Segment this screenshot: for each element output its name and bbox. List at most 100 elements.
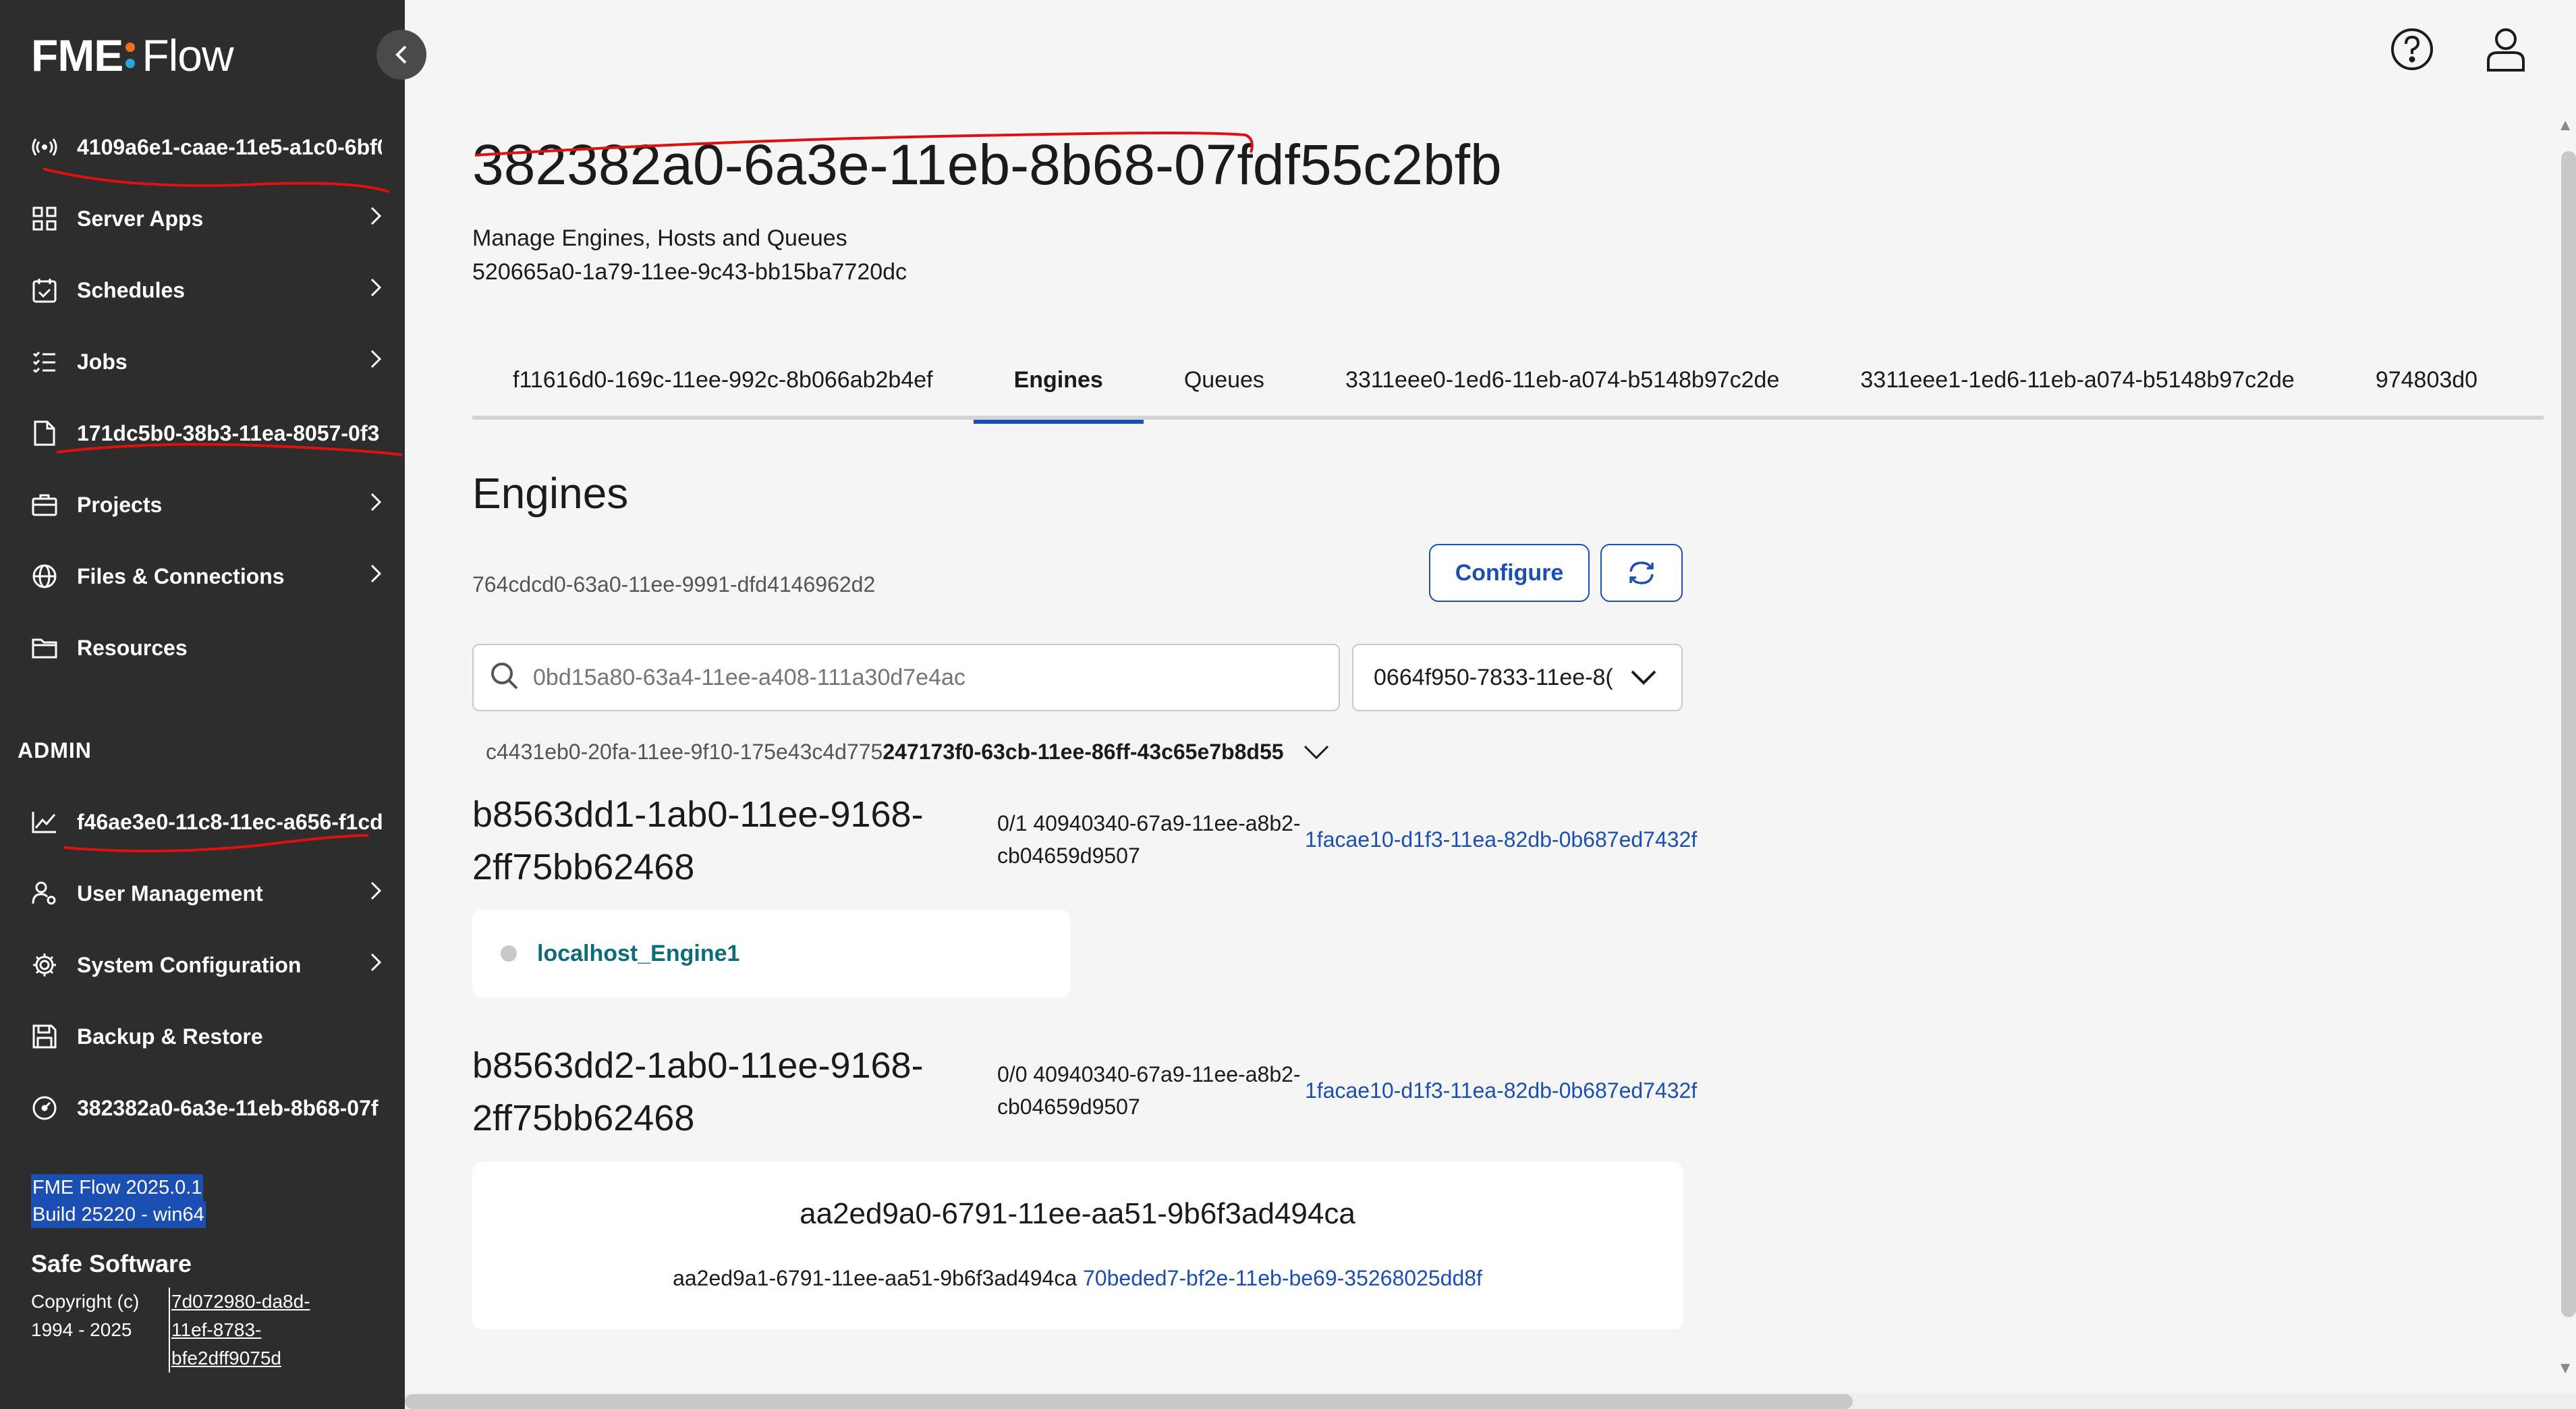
sidebar-item-1[interactable]: 4109a6e1-caae-11e5-a1c0-6bf0: [31, 127, 382, 167]
tab-5[interactable]: 3311eee1-1ed6-11eb-a074-b5148b97c2de: [1820, 348, 2334, 420]
search-icon: [490, 661, 520, 694]
copyright-link[interactable]: 7d072980-da8d-11ef-8783-bfe2dff9075d: [169, 1288, 344, 1373]
empty-state-card: aa2ed9a0-6791-11ee-aa51-9b6f3ad494ca aa2…: [472, 1162, 1683, 1329]
tab-4[interactable]: 3311eee0-1ed6-11eb-a074-b5148b97c2de: [1305, 348, 1820, 420]
empty-state-message: aa2ed9a1-6791-11ee-aa51-9b6f3ad494ca: [673, 1266, 1077, 1290]
section-description: 764cdcd0-63a0-11ee-9991-dfd4146962d2: [472, 572, 876, 597]
search-input[interactable]: [533, 664, 1275, 691]
fme-flow-logo[interactable]: FME Flow: [31, 30, 234, 81]
vertical-scrollbar[interactable]: [2561, 151, 2576, 1317]
folder-icon: [31, 634, 58, 661]
tab-6[interactable]: 974803d0: [2335, 348, 2518, 420]
document-icon: [31, 420, 58, 447]
search-box[interactable]: [472, 644, 1340, 711]
help-icon[interactable]: [2390, 27, 2434, 76]
sidebar: FME Flow 4109a6e1-caae-11e5-a1c0-6bf0 Se…: [0, 0, 405, 1409]
sidebar-item-label: 171dc5b0-38b3-11ea-8057-0f3: [77, 420, 380, 445]
engine-group-count: 0/1 40940340-67a9-11ee-a8b2-cb04659d9507: [997, 811, 1301, 868]
sidebar-item-label: Schedules: [77, 277, 186, 302]
chevron-right-icon: [370, 881, 382, 906]
engine-name-link[interactable]: localhost_Engine1: [537, 941, 739, 967]
chevron-right-icon: [370, 349, 382, 375]
build-line: Build 25220 - win64: [31, 1201, 206, 1228]
globe-icon: [31, 563, 58, 590]
chevron-right-icon: [370, 563, 382, 589]
copyright-years: 1994 - 2025: [31, 1319, 132, 1340]
sidebar-item-system-configuration[interactable]: System Configuration: [31, 945, 382, 985]
sidebar-item-5[interactable]: 171dc5b0-38b3-11ea-8057-0f3: [31, 413, 382, 453]
configure-button[interactable]: Configure: [1429, 544, 1590, 602]
filter-select[interactable]: 0664f950-7833-11ee-8(: [1352, 644, 1683, 711]
chevron-down-icon: [1631, 670, 1656, 685]
sidebar-item-admin-1[interactable]: f46ae3e0-11c8-11ec-a656-f1cd: [31, 802, 382, 842]
empty-state-text: aa2ed9a1-6791-11ee-aa51-9b6f3ad494ca 70b…: [472, 1266, 1683, 1291]
version-line: FME Flow 2025.0.1: [31, 1174, 204, 1201]
chevron-right-icon: [370, 206, 382, 231]
tab-engines[interactable]: Engines: [973, 348, 1144, 424]
page-title: 382382a0-6a3e-11eb-8b68-07fdf55c2bfb: [472, 133, 1502, 196]
user-gear-icon: [31, 880, 58, 907]
chevron-right-icon: [370, 952, 382, 978]
broadcast-icon: [31, 134, 58, 161]
calendar-icon: [31, 277, 58, 304]
sidebar-item-jobs[interactable]: Jobs: [31, 341, 382, 382]
sidebar-item-label: Backup & Restore: [77, 1024, 263, 1049]
sidebar-item-admin-5[interactable]: 382382a0-6a3e-11eb-8b68-07f: [31, 1088, 382, 1128]
sort-control[interactable]: c4431eb0-20fa-11ee-9f10-175e43c4d775 247…: [486, 740, 1330, 765]
sidebar-item-label: User Management: [77, 881, 263, 906]
safe-software-logo: Safe Software: [31, 1250, 192, 1277]
version-info: FME Flow 2025.0.1 Build 25220 - win64: [31, 1174, 206, 1228]
empty-state-link[interactable]: 70beded7-bf2e-11eb-be69-35268025dd8f: [1083, 1266, 1482, 1290]
copyright-text: Copyright (c) 1994 - 2025: [31, 1288, 166, 1344]
refresh-icon: [1629, 561, 1654, 584]
main-content: 382382a0-6a3e-11eb-8b68-07fdf55c2bfb Man…: [405, 0, 2576, 1409]
tab-queues[interactable]: Queues: [1144, 348, 1305, 420]
refresh-button[interactable]: [1600, 544, 1683, 602]
engine-card[interactable]: localhost_Engine1: [472, 910, 1070, 997]
sidebar-item-label: 382382a0-6a3e-11eb-8b68-07f: [77, 1095, 379, 1120]
sidebar-item-label: 4109a6e1-caae-11e5-a1c0-6bf0: [77, 134, 382, 159]
chevron-right-icon: [370, 277, 382, 303]
sidebar-item-resources[interactable]: Resources: [31, 628, 382, 668]
tab-bar: f11616d0-169c-11ee-992c-8b066ab2b4ef Eng…: [472, 348, 2544, 424]
gear-icon: [31, 951, 58, 978]
sidebar-item-files-connections[interactable]: Files & Connections: [31, 556, 382, 597]
logo-fme-text: FME: [31, 30, 123, 80]
user-account-icon[interactable]: [2486, 27, 2526, 76]
sidebar-item-projects[interactable]: Projects: [31, 485, 382, 525]
engine-group-link[interactable]: 1facae10-d1f3-11ea-82db-0b687ed7432f: [1305, 1078, 1697, 1103]
engine-group-title: b8563dd1-1ab0-11ee-9168-2ff75bb62468: [472, 794, 924, 887]
sidebar-item-label: Server Apps: [77, 206, 204, 231]
copyright-line: Copyright (c): [31, 1291, 140, 1312]
chevron-down-icon: [1304, 745, 1328, 759]
gauge-icon: [31, 1095, 58, 1122]
save-icon: [31, 1023, 58, 1050]
sidebar-item-label: f46ae3e0-11c8-11ec-a656-f1cd: [77, 809, 382, 834]
sidebar-item-label: Files & Connections: [77, 563, 285, 588]
section-title: Engines: [472, 469, 629, 518]
sidebar-item-server-apps[interactable]: Server Apps: [31, 198, 382, 239]
collapse-sidebar-button[interactable]: [376, 30, 426, 80]
logo-flow-text: Flow: [142, 30, 233, 80]
engine-group-count: 0/0 40940340-67a9-11ee-a8b2-cb04659d9507: [997, 1062, 1301, 1119]
sidebar-item-label: Jobs: [77, 349, 128, 374]
horizontal-scrollbar[interactable]: [405, 1394, 1853, 1409]
scroll-down-arrow-icon[interactable]: ▼: [2557, 1359, 2573, 1378]
sidebar-item-label: System Configuration: [77, 952, 302, 977]
header-actions: [2390, 27, 2526, 76]
engine-group-link[interactable]: 1facae10-d1f3-11ea-82db-0b687ed7432f: [1305, 827, 1697, 852]
filter-select-value: 0664f950-7833-11ee-8(: [1374, 664, 1613, 690]
sort-label: c4431eb0-20fa-11ee-9f10-175e43c4d775: [486, 740, 883, 764]
briefcase-icon: [31, 491, 58, 518]
sidebar-item-user-management[interactable]: User Management: [31, 873, 382, 914]
sidebar-item-backup-restore[interactable]: Backup & Restore: [31, 1016, 382, 1057]
apps-grid-icon: [31, 205, 58, 232]
scroll-up-arrow-icon[interactable]: ▲: [2557, 116, 2573, 135]
chevron-right-icon: [370, 492, 382, 518]
chevron-left-icon: [395, 45, 407, 64]
sort-value: 247173f0-63cb-11ee-86ff-43c65e7b8d55: [883, 740, 1284, 764]
tab-1[interactable]: f11616d0-169c-11ee-992c-8b066ab2b4ef: [472, 348, 974, 420]
chart-line-icon: [31, 808, 58, 835]
sidebar-item-schedules[interactable]: Schedules: [31, 270, 382, 310]
logo-dots-icon: [125, 43, 136, 68]
